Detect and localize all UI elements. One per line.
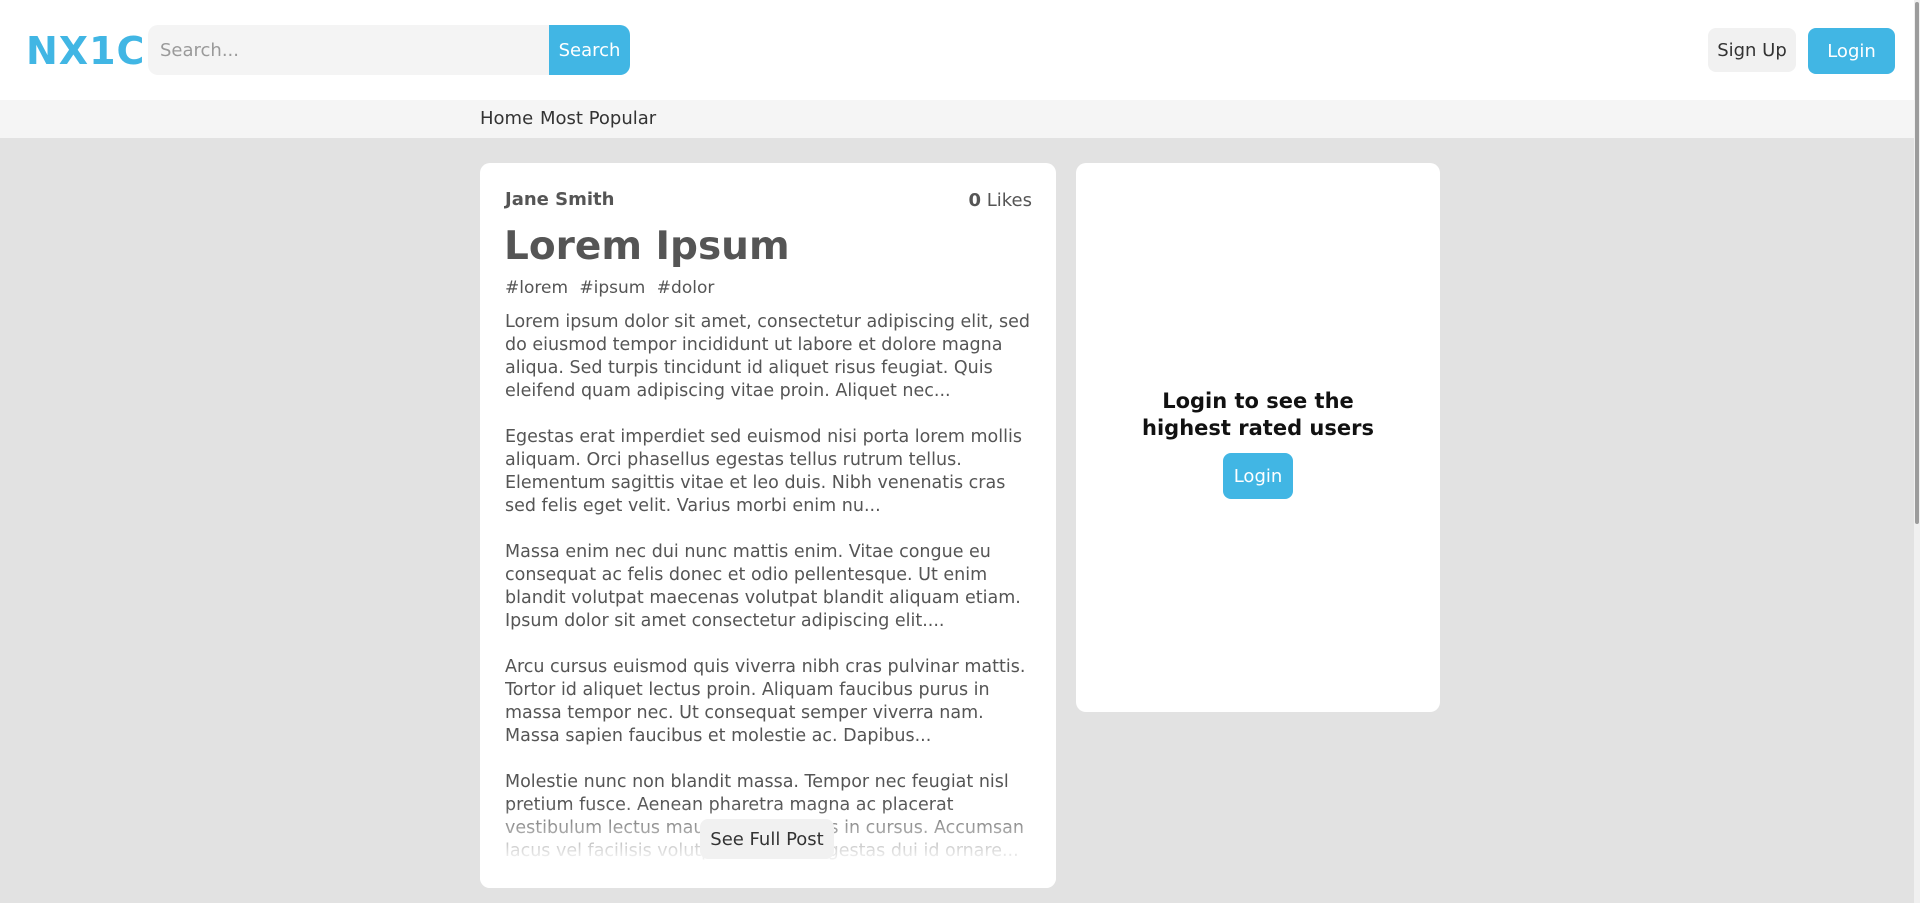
likes-count: 0 <box>968 190 981 211</box>
login-prompt-line: highest rated users <box>1142 416 1374 440</box>
login-prompt-line: Login to see the <box>1162 389 1354 413</box>
nav-bar: Home Most Popular <box>0 100 1920 138</box>
post-body: Lorem ipsum dolor sit amet, consectetur … <box>505 311 1035 886</box>
nav-home-link[interactable]: Home <box>480 108 533 130</box>
scrollbar-thumb[interactable] <box>1915 2 1919 524</box>
search-input[interactable] <box>148 25 549 75</box>
see-full-post-button[interactable]: See Full Post <box>700 819 834 859</box>
post-paragraph: Massa enim nec dui nunc mattis enim. Vit… <box>505 542 1021 631</box>
search-button[interactable]: Search <box>549 25 630 75</box>
post-tags: #lorem #ipsum #dolor <box>505 278 720 298</box>
post-likes: 0 Likes <box>968 190 1032 211</box>
post-tag[interactable]: #ipsum <box>579 278 645 298</box>
post-title: Lorem Ipsum <box>504 224 790 269</box>
site-logo[interactable]: NX1C <box>26 28 145 74</box>
login-button[interactable]: Login <box>1808 28 1895 74</box>
post-tag[interactable]: #dolor <box>657 278 715 298</box>
likes-label: Likes <box>986 190 1032 211</box>
post-card: Jane Smith 0 Likes Lorem Ipsum #lorem #i… <box>480 163 1056 888</box>
sign-up-button[interactable]: Sign Up <box>1708 28 1796 72</box>
top-header: NX1C Search Sign Up Login <box>0 0 1920 100</box>
login-prompt-message: Login to see the highest rated users <box>1076 388 1440 442</box>
post-paragraph: Lorem ipsum dolor sit amet, consectetur … <box>505 312 1030 401</box>
top-users-card: Login to see the highest rated users Log… <box>1076 163 1440 712</box>
page-scrollbar[interactable] <box>1914 0 1920 903</box>
post-paragraph: Arcu cursus euismod quis viverra nibh cr… <box>505 657 1026 746</box>
nav-most-popular-link[interactable]: Most Popular <box>540 108 656 130</box>
post-author[interactable]: Jane Smith <box>505 189 614 210</box>
post-paragraph: Egestas erat imperdiet sed euismod nisi … <box>505 427 1022 516</box>
search-bar: Search <box>148 25 630 75</box>
post-tag[interactable]: #lorem <box>505 278 568 298</box>
sidebar-login-button[interactable]: Login <box>1223 453 1293 499</box>
